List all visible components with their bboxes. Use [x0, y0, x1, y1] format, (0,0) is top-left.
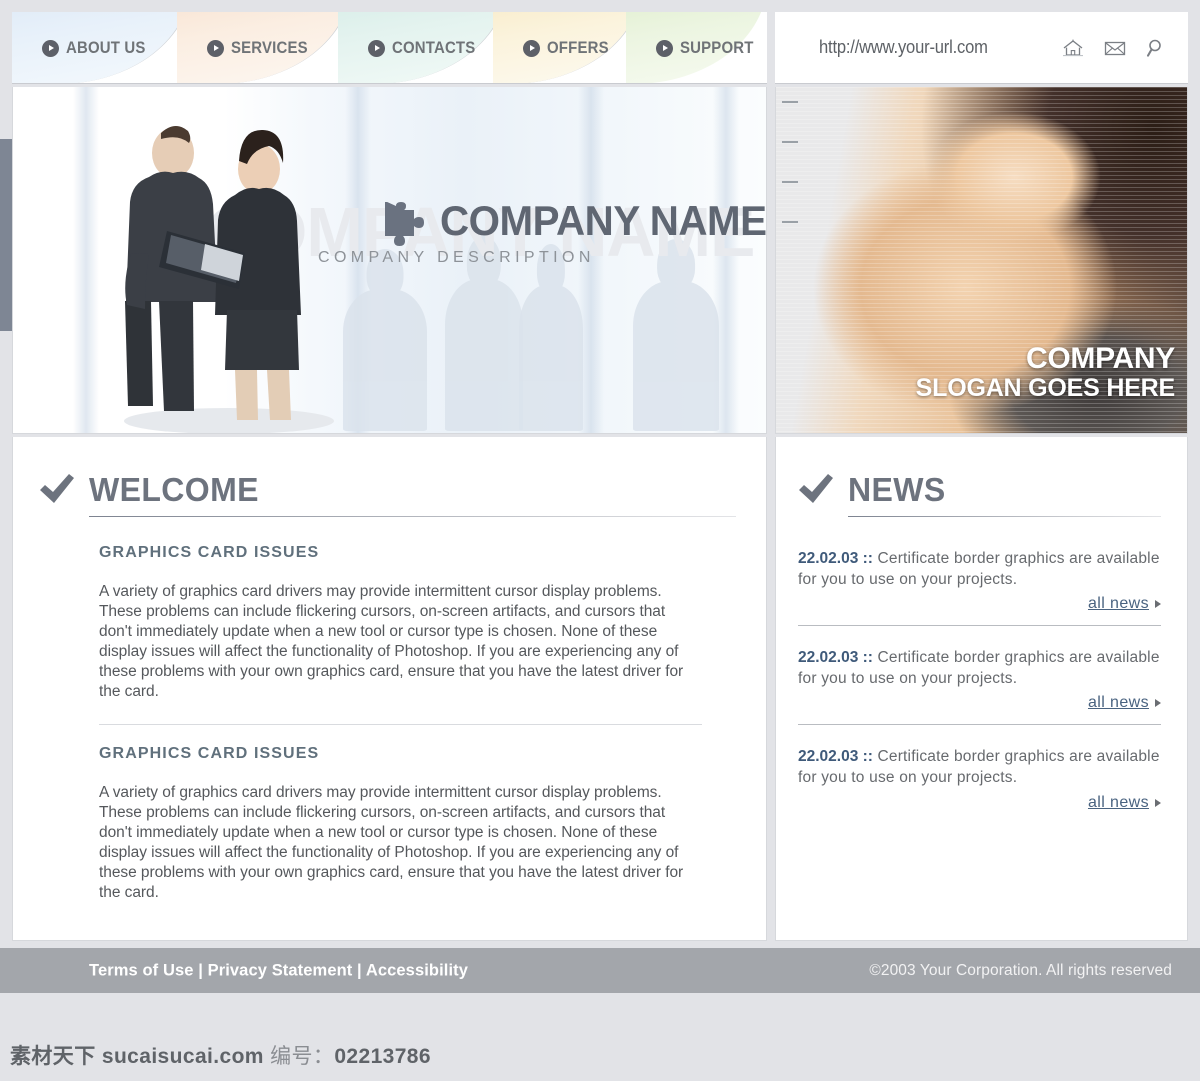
search-icon[interactable]	[1144, 36, 1170, 60]
nav-item-offers[interactable]: OFFERS	[493, 12, 643, 83]
nav-item-label: OFFERS	[547, 38, 609, 57]
nav-item-label: CONTACTS	[392, 38, 476, 57]
chevron-right-icon	[1155, 600, 1161, 609]
news-divider	[798, 724, 1161, 726]
tick-mark	[782, 101, 798, 103]
url-bar: http://www.your-url.com	[775, 12, 1188, 84]
news-date: 22.02.03 ::	[798, 649, 873, 667]
article-body: A variety of graphics card drivers may p…	[99, 583, 684, 700]
footer-copyright: ©2003 Your Corporation. All rights reser…	[869, 961, 1172, 979]
silhouette-figure	[445, 279, 523, 431]
page-title: WELCOME	[89, 470, 259, 508]
news-item-text: 22.02.03 :: Certificate border graphics …	[798, 549, 1161, 590]
site-url[interactable]: http://www.your-url.com	[819, 37, 988, 58]
all-news-link[interactable]: all news	[1088, 794, 1149, 812]
nav-item-services[interactable]: SERVICES	[177, 12, 352, 83]
hero-banner-left: COMPANY NAME COMPANY NAME COMPANY DESCRI…	[12, 87, 767, 434]
tick-mark	[782, 141, 798, 143]
nav-item-support[interactable]: SUPPORT	[626, 12, 767, 83]
chevron-right-icon	[1155, 798, 1161, 807]
news-item: 22.02.03 :: Certificate border graphics …	[798, 747, 1161, 811]
business-people-photo	[124, 125, 334, 433]
nav-item-label: SERVICES	[231, 38, 308, 57]
hero-pillar	[73, 87, 99, 433]
tick-mark	[782, 181, 798, 183]
news-section: NEWS 22.02.03 :: Certificate border grap…	[775, 437, 1188, 941]
home-icon[interactable]	[1060, 36, 1086, 60]
company-title-block: COMPANY NAME	[378, 197, 767, 254]
nav-item-label: SUPPORT	[680, 38, 754, 57]
article-subheading: GRAPHICS CARD ISSUES	[99, 544, 320, 561]
news-heading: NEWS	[798, 472, 1161, 506]
all-news-row: all news	[798, 694, 1161, 712]
news-item: 22.02.03 :: Certificate border graphics …	[798, 648, 1161, 712]
play-circle-icon	[42, 39, 59, 57]
all-news-link[interactable]: all news	[1088, 694, 1149, 712]
nav-item-contacts[interactable]: CONTACTS	[338, 12, 508, 83]
silhouette-figure	[343, 289, 427, 431]
play-circle-icon	[207, 39, 224, 57]
all-news-row: all news	[798, 794, 1161, 812]
page-footer: Terms of Use | Privacy Statement | Acces…	[0, 948, 1200, 993]
article-subheading: GRAPHICS CARD ISSUES	[99, 744, 320, 762]
watermark-id: 02213786	[334, 1045, 431, 1068]
watermark-cn: 素材天下	[10, 1045, 96, 1068]
slogan-line-2: SLOGAN GOES HERE	[915, 373, 1176, 402]
news-date: 22.02.03 ::	[798, 550, 873, 567]
puzzle-piece-icon	[385, 202, 424, 246]
all-news-row: all news	[798, 595, 1161, 613]
company-slogan: COMPANY SLOGAN GOES HERE	[915, 342, 1176, 402]
footer-links[interactable]: Terms of Use | Privacy Statement | Acces…	[89, 961, 468, 980]
play-circle-icon	[368, 39, 385, 57]
nav-tabstrip: ABOUT US SERVICES CONTACTS OFFERS SUPPOR…	[12, 12, 767, 83]
tick-marks	[776, 87, 816, 433]
news-date: 22.02.03 ::	[798, 748, 873, 766]
main-navigation: ABOUT US SERVICES CONTACTS OFFERS SUPPOR…	[12, 12, 767, 84]
company-name: COMPANY NAME	[440, 197, 767, 244]
news-divider	[798, 625, 1161, 627]
news-item-text: 22.02.03 :: Certificate border graphics …	[798, 747, 1161, 788]
play-circle-icon	[523, 39, 540, 57]
silhouette-figure	[633, 281, 719, 431]
news-item: 22.02.03 :: Certificate border graphics …	[798, 549, 1161, 613]
news-title: NEWS	[848, 470, 946, 508]
stock-watermark: 素材天下 sucaisucai.com 编号：02213786	[10, 1040, 431, 1070]
silhouette-figure	[519, 285, 583, 431]
article-body: A variety of graphics card drivers may p…	[99, 783, 684, 901]
play-circle-icon	[656, 39, 673, 57]
nav-item-about-us[interactable]: ABOUT US	[12, 12, 192, 83]
checkmark-icon	[40, 474, 74, 503]
welcome-section: WELCOME GRAPHICS CARD ISSUES A variety o…	[12, 437, 767, 941]
mail-icon[interactable]	[1102, 36, 1128, 60]
chevron-right-icon	[1155, 699, 1161, 708]
slogan-line-1: COMPANY	[1025, 342, 1175, 376]
news-item-text: 22.02.03 :: Certificate border graphics …	[798, 648, 1161, 689]
watermark-label: 编号：	[270, 1045, 335, 1068]
url-bar-icons	[1060, 36, 1170, 60]
page-root: ABOUT US SERVICES CONTACTS OFFERS SUPPOR…	[0, 0, 1200, 1081]
tick-mark	[782, 221, 798, 223]
company-description: COMPANY DESCRIPTION	[318, 249, 595, 266]
hero-banner-right: COMPANY SLOGAN GOES HERE	[775, 87, 1188, 434]
nav-item-label: ABOUT US	[66, 38, 146, 57]
welcome-heading: WELCOME	[39, 472, 736, 506]
watermark-site: sucaisucai.com	[101, 1045, 264, 1068]
checkmark-icon	[799, 474, 833, 503]
all-news-link[interactable]: all news	[1088, 595, 1149, 613]
heading-rule	[848, 516, 1161, 517]
